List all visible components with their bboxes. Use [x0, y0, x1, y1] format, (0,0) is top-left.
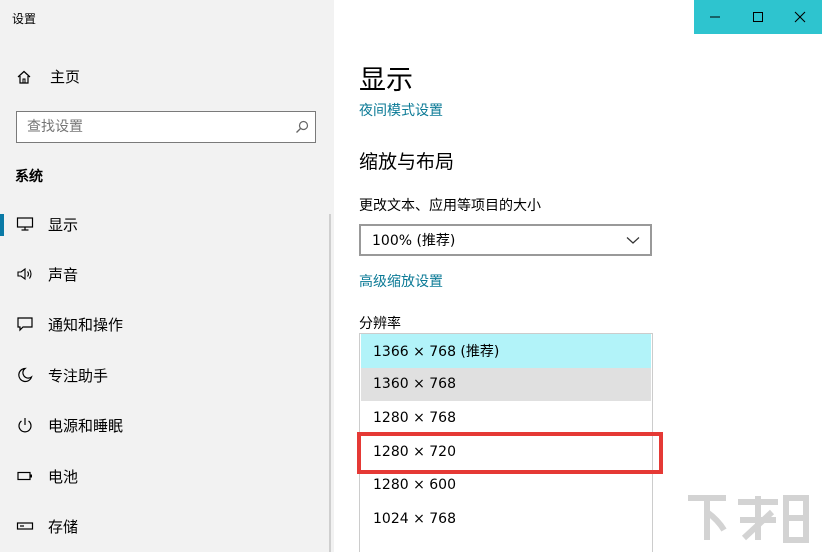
moon-icon — [15, 367, 35, 383]
sidebar-item-display[interactable]: 显示 — [0, 204, 330, 244]
advanced-scaling-link[interactable]: 高级缩放设置 — [359, 271, 443, 291]
scale-dropdown[interactable]: 100% (推荐) — [359, 224, 652, 256]
close-icon — [795, 11, 806, 23]
notification-icon — [15, 316, 35, 332]
home-label: 主页 — [50, 68, 81, 86]
sidebar-item-label: 存储 — [48, 517, 79, 536]
maximize-icon — [752, 12, 763, 22]
monitor-icon — [15, 216, 35, 232]
sidebar-item-focus-assist[interactable]: 专注助手 — [0, 355, 330, 395]
resolution-option[interactable]: 1280 × 600 — [361, 468, 651, 502]
window-controls — [694, 0, 822, 34]
search-input[interactable] — [17, 113, 289, 141]
battery-icon — [15, 468, 35, 484]
maximize-button[interactable] — [737, 0, 780, 34]
sidebar-item-label: 声音 — [48, 265, 79, 284]
sidebar-item-home[interactable]: 主页 — [16, 66, 80, 87]
resolution-option[interactable]: 1024 × 768 — [361, 502, 651, 536]
night-mode-settings-link[interactable]: 夜间模式设置 — [359, 100, 443, 120]
resolution-option[interactable]: 1360 × 768 — [361, 367, 651, 402]
sidebar-item-power-sleep[interactable]: 电源和睡眠 — [0, 405, 330, 445]
app-title: 设置 — [12, 12, 37, 26]
power-icon — [15, 417, 35, 433]
resolution-label: 分辨率 — [359, 316, 401, 332]
close-button[interactable] — [779, 0, 822, 34]
resolution-dropdown-list[interactable]: 1366 × 768 (推荐) 1360 × 768 1280 × 768 12… — [359, 333, 653, 552]
sidebar-item-notifications[interactable]: 通知和操作 — [0, 304, 330, 344]
sidebar-item-label: 显示 — [48, 215, 79, 234]
resolution-option[interactable]: 1280 × 720 — [361, 435, 651, 469]
sidebar-scrollbar[interactable] — [329, 214, 331, 552]
minimize-icon — [710, 16, 721, 18]
speaker-icon — [15, 266, 35, 282]
storage-icon — [15, 518, 35, 534]
chevron-down-icon — [626, 237, 640, 244]
sidebar: 设置 主页 系统 显示 声音 通知和操作 专注助手 — [0, 0, 334, 552]
sidebar-item-storage[interactable]: 存储 — [0, 506, 330, 546]
resolution-option[interactable]: 1280 × 768 — [361, 401, 651, 435]
sidebar-item-label: 通知和操作 — [48, 315, 124, 334]
scale-dropdown-value: 100% (推荐) — [372, 233, 456, 249]
sidebar-item-label: 电池 — [48, 467, 79, 486]
resolution-option[interactable]: 1366 × 768 (推荐) — [361, 334, 651, 368]
minimize-button[interactable] — [694, 0, 737, 34]
section-label-system: 系统 — [15, 169, 43, 185]
page-title: 显示 — [359, 65, 413, 96]
sidebar-item-label: 专注助手 — [48, 366, 109, 385]
sidebar-item-label: 电源和睡眠 — [48, 416, 124, 435]
search-box[interactable] — [16, 111, 316, 143]
sidebar-item-sound[interactable]: 声音 — [0, 254, 330, 294]
sidebar-item-battery[interactable]: 电池 — [0, 456, 330, 496]
scale-size-label: 更改文本、应用等项目的大小 — [359, 198, 541, 214]
home-icon — [16, 69, 34, 85]
search-icon[interactable] — [289, 120, 315, 134]
scale-layout-heading: 缩放与布局 — [359, 151, 455, 173]
